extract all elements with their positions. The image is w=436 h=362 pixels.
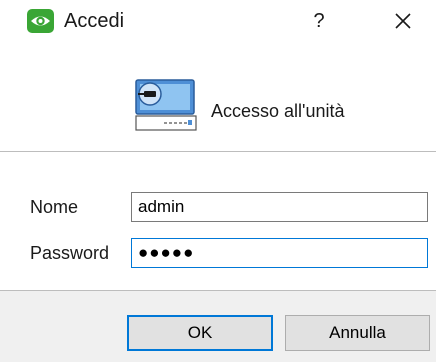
cancel-button[interactable]: Annulla: [285, 315, 430, 351]
password-input[interactable]: ●●●●●: [131, 238, 428, 268]
ok-button[interactable]: OK: [127, 315, 273, 351]
help-button[interactable]: ?: [307, 6, 331, 36]
dialog-header: Accesso all'unità: [0, 50, 436, 146]
window-title: Accedi: [64, 10, 125, 32]
username-label: Nome: [30, 197, 79, 217]
header-label: Accesso all'unità: [211, 101, 345, 121]
close-icon[interactable]: [388, 6, 418, 36]
network-device-icon: [135, 79, 197, 131]
username-input[interactable]: admin: [131, 192, 428, 222]
login-form: Nome admin Password ●●●●●: [0, 151, 436, 291]
title-bar: Accedi ?: [0, 0, 436, 46]
password-label: Password: [30, 243, 110, 263]
eye-logo-icon: [27, 9, 54, 33]
button-bar: OK Annulla: [0, 291, 436, 362]
